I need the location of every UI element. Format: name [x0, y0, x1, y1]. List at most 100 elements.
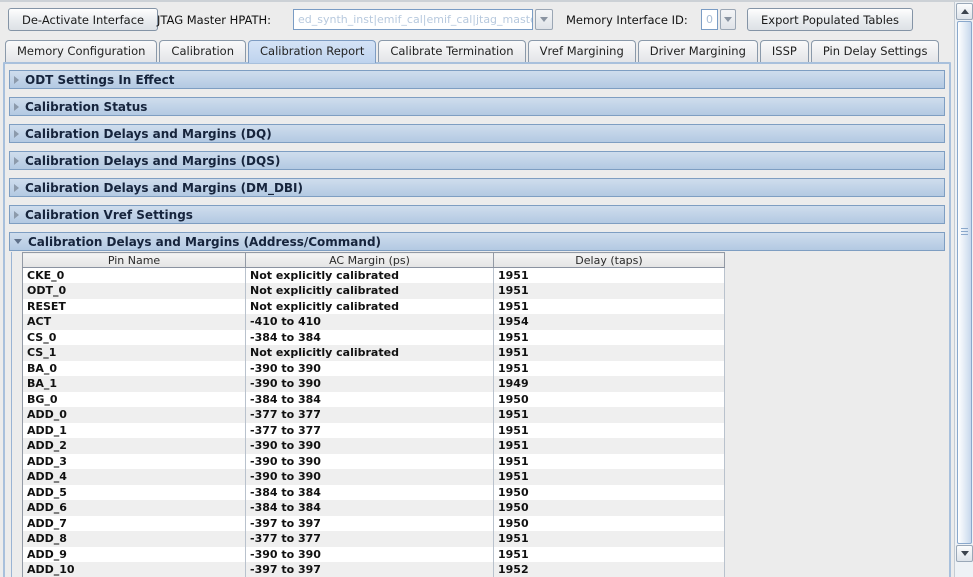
- table-row[interactable]: ADD_3 -390 to 390 1951: [23, 454, 725, 470]
- scrollbar-grip-icon: [961, 228, 968, 237]
- jtag-hpath-dropdown-button[interactable]: [535, 9, 553, 30]
- table-row[interactable]: ADD_9 -390 to 390 1951: [23, 547, 725, 563]
- ac-margin-cell: Not explicitly calibrated: [246, 345, 494, 361]
- section-title: Calibration Delays and Margins (DQ): [25, 127, 272, 141]
- delay-cell: 1951: [494, 454, 725, 470]
- tab-label: ISSP: [772, 44, 797, 58]
- scroll-up-button[interactable]: [956, 3, 973, 20]
- section-header-calibration-status[interactable]: Calibration Status: [9, 97, 945, 116]
- pin-name-cell: ADD_2: [23, 438, 246, 454]
- ac-margin-cell: -397 to 397: [246, 562, 494, 577]
- scrollbar-thumb[interactable]: [957, 21, 972, 544]
- ac-margin-cell: -390 to 390: [246, 438, 494, 454]
- table-row[interactable]: ADD_6 -384 to 384 1950: [23, 500, 725, 516]
- ac-margin-cell: -397 to 397: [246, 516, 494, 532]
- section-list: ODT Settings In Effect Calibration Statu…: [5, 70, 949, 251]
- ac-margin-cell: -384 to 384: [246, 485, 494, 501]
- table-row[interactable]: ADD_8 -377 to 377 1951: [23, 531, 725, 547]
- table-row[interactable]: CKE_0 Not explicitly calibrated 1951: [23, 268, 725, 284]
- section-title: Calibration Delays and Margins (DQS): [25, 154, 280, 168]
- table-row[interactable]: ADD_10 -397 to 397 1952: [23, 562, 725, 577]
- memory-interface-id-combobox[interactable]: 0: [701, 9, 736, 30]
- table-row[interactable]: ADD_1 -377 to 377 1951: [23, 423, 725, 439]
- delay-cell: 1951: [494, 361, 725, 377]
- export-populated-tables-button[interactable]: Export Populated Tables: [747, 8, 913, 31]
- table-row[interactable]: CS_0 -384 to 384 1951: [23, 330, 725, 346]
- jtag-hpath-value: ed_synth_inst|emif_cal|emif_cal|jtag_mas…: [293, 9, 533, 30]
- memory-interface-id-label: Memory Interface ID:: [566, 13, 688, 27]
- table-row[interactable]: BG_0 -384 to 384 1950: [23, 392, 725, 408]
- section-title: Calibration Status: [25, 100, 147, 114]
- pin-name-cell: ADD_8: [23, 531, 246, 547]
- address-command-table-container: Pin NameAC Margin (ps)Delay (taps) CKE_0…: [22, 252, 724, 577]
- tab-label: Vref Margining: [540, 44, 624, 58]
- table-row[interactable]: ACT -410 to 410 1954: [23, 314, 725, 330]
- deactivate-interface-button[interactable]: De-Activate Interface: [8, 8, 158, 31]
- delay-cell: 1951: [494, 268, 725, 284]
- pin-name-cell: ODT_0: [23, 283, 246, 299]
- tab-calibrate-termination[interactable]: Calibrate Termination: [378, 40, 525, 62]
- table-row[interactable]: ADD_0 -377 to 377 1951: [23, 407, 725, 423]
- pin-name-cell: BA_1: [23, 376, 246, 392]
- table-row[interactable]: ADD_7 -397 to 397 1950: [23, 516, 725, 532]
- pin-name-cell: ADD_1: [23, 423, 246, 439]
- pin-name-cell: CKE_0: [23, 268, 246, 284]
- table-row[interactable]: ADD_5 -384 to 384 1950: [23, 485, 725, 501]
- tab-label: Calibration Report: [260, 44, 364, 58]
- collapsed-triangle-icon: [14, 130, 19, 138]
- tab-vref-margining[interactable]: Vref Margining: [528, 40, 636, 62]
- pin-name-cell: ADD_5: [23, 485, 246, 501]
- calibration-report-panel: ODT Settings In Effect Calibration Statu…: [3, 62, 951, 577]
- table-row[interactable]: ODT_0 Not explicitly calibrated 1951: [23, 283, 725, 299]
- ac-margin-cell: -390 to 390: [246, 361, 494, 377]
- table-row[interactable]: ADD_4 -390 to 390 1951: [23, 469, 725, 485]
- table-row[interactable]: CS_1 Not explicitly calibrated 1951: [23, 345, 725, 361]
- section-title: Calibration Delays and Margins (Address/…: [28, 235, 381, 249]
- table-row[interactable]: RESET Not explicitly calibrated 1951: [23, 299, 725, 315]
- memory-interface-id-value: 0: [701, 9, 718, 30]
- table-row[interactable]: BA_1 -390 to 390 1949: [23, 376, 725, 392]
- section-header-odt-settings-in-effect[interactable]: ODT Settings In Effect: [9, 70, 945, 89]
- table-row[interactable]: ADD_2 -390 to 390 1951: [23, 438, 725, 454]
- section-content-border: [11, 252, 12, 577]
- pin-name-cell: BG_0: [23, 392, 246, 408]
- memory-interface-id-dropdown-button[interactable]: [720, 9, 736, 30]
- ac-margin-cell: -377 to 377: [246, 531, 494, 547]
- tab-label: Driver Margining: [650, 44, 746, 58]
- tab-label: Calibrate Termination: [390, 44, 513, 58]
- tab-bar: Memory Configuration Calibration Calibra…: [5, 40, 939, 62]
- tab-pin-delay-settings[interactable]: Pin Delay Settings: [811, 40, 940, 62]
- vertical-scrollbar[interactable]: [954, 2, 973, 577]
- pin-name-cell: CS_0: [23, 330, 246, 346]
- ac-margin-cell: -410 to 410: [246, 314, 494, 330]
- chevron-down-icon: [540, 17, 548, 22]
- tab-issp[interactable]: ISSP: [760, 40, 809, 62]
- table-row[interactable]: BA_0 -390 to 390 1951: [23, 361, 725, 377]
- section-header-calibration-delays-and-margins-dm-dbi[interactable]: Calibration Delays and Margins (DM_DBI): [9, 178, 945, 197]
- delay-cell: 1951: [494, 547, 725, 563]
- column-header-pin-name: Pin Name: [23, 253, 246, 268]
- tab-calibration-report[interactable]: Calibration Report: [248, 40, 376, 63]
- section-header-calibration-delays-and-margins-address-command[interactable]: Calibration Delays and Margins (Address/…: [9, 232, 945, 251]
- tab-memory-configuration[interactable]: Memory Configuration: [5, 40, 157, 62]
- section-header-calibration-vref-settings[interactable]: Calibration Vref Settings: [9, 205, 945, 224]
- ac-margin-cell: -384 to 384: [246, 500, 494, 516]
- collapsed-triangle-icon: [14, 157, 19, 165]
- jtag-hpath-combobox[interactable]: ed_synth_inst|emif_cal|emif_cal|jtag_mas…: [293, 9, 553, 30]
- pin-name-cell: ACT: [23, 314, 246, 330]
- delay-cell: 1952: [494, 562, 725, 577]
- section-header-calibration-delays-and-margins-dqs[interactable]: Calibration Delays and Margins (DQS): [9, 151, 945, 170]
- pin-name-cell: ADD_10: [23, 562, 246, 577]
- ac-margin-cell: -390 to 390: [246, 469, 494, 485]
- ac-margin-cell: -384 to 384: [246, 392, 494, 408]
- section-title: Calibration Delays and Margins (DM_DBI): [25, 181, 303, 195]
- section-header-calibration-delays-and-margins-dq[interactable]: Calibration Delays and Margins (DQ): [9, 124, 945, 143]
- ac-margin-cell: -377 to 377: [246, 423, 494, 439]
- tab-calibration[interactable]: Calibration: [159, 40, 246, 62]
- delay-cell: 1951: [494, 299, 725, 315]
- delay-cell: 1951: [494, 423, 725, 439]
- scroll-down-button[interactable]: [956, 545, 973, 562]
- pin-name-cell: ADD_0: [23, 407, 246, 423]
- tab-driver-margining[interactable]: Driver Margining: [638, 40, 758, 62]
- ac-margin-cell: -377 to 377: [246, 407, 494, 423]
